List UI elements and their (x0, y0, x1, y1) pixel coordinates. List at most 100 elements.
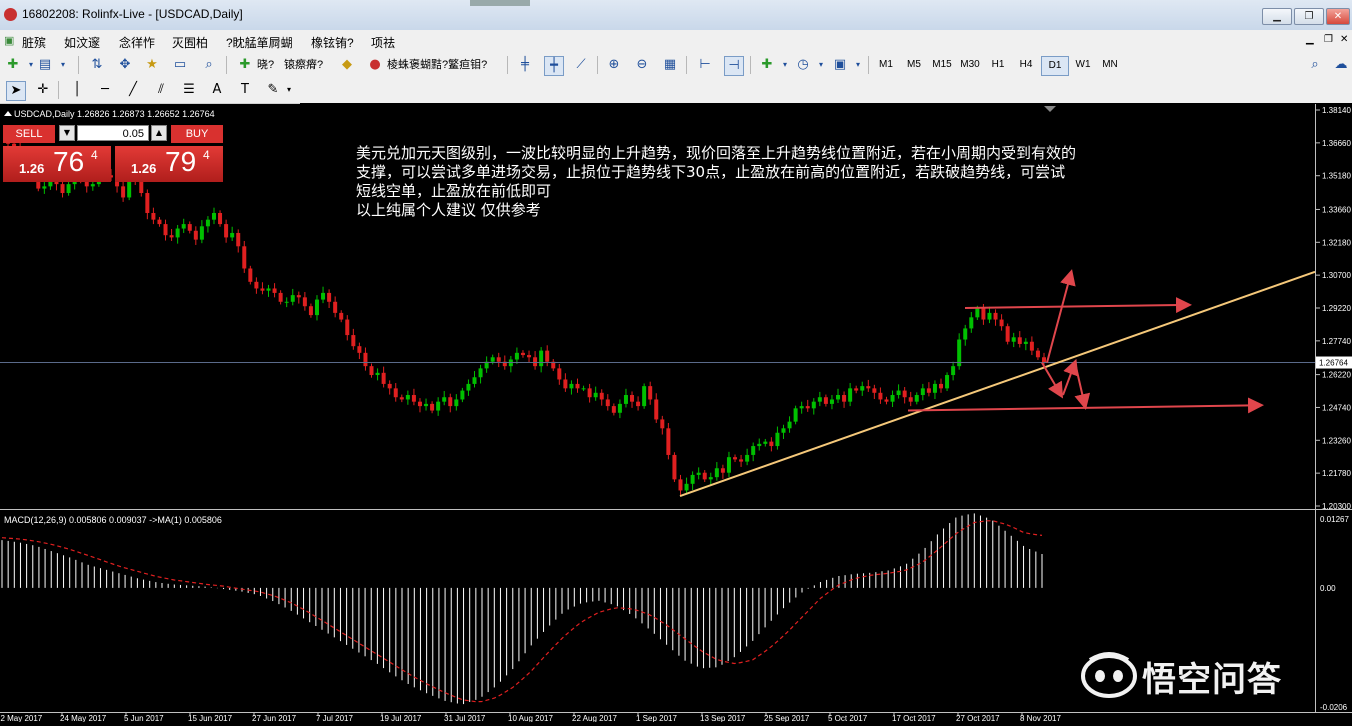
indicators-icon[interactable]: ✚ (758, 56, 776, 74)
zoom-in-icon[interactable]: ⊕ (605, 56, 623, 74)
templates-icon[interactable]: ▣ (831, 56, 849, 74)
maximize-button[interactable]: ❐ (1294, 8, 1324, 25)
crosshair-icon[interactable]: ✛ (34, 81, 52, 99)
title-drag-handle[interactable] (470, 0, 530, 6)
candle-body (1011, 337, 1016, 342)
candle-body (254, 281, 259, 289)
timeframe-m30[interactable]: M30 (957, 56, 983, 74)
autotrading-icon[interactable]: ● (366, 56, 384, 74)
macd-tick-label: 0.00 (1320, 584, 1336, 593)
timeframe-h1[interactable]: H1 (985, 56, 1011, 74)
metaeditor-icon[interactable]: ◆ (338, 56, 356, 74)
child-restore-icon[interactable]: ❐ (1324, 34, 1333, 45)
search-icon[interactable]: ⌕ (1306, 56, 1324, 74)
sell-button[interactable]: SELL (3, 125, 55, 143)
menu-item-view[interactable]: 如汶邃 (64, 34, 100, 51)
timeframe-d1[interactable]: D1 (1041, 56, 1069, 76)
arrows-dropdown-icon[interactable]: ▾ (280, 81, 298, 99)
line-chart-icon[interactable]: ⟋ (572, 56, 590, 74)
bar-chart-icon[interactable]: ╪ (516, 56, 534, 74)
candle-body (314, 299, 319, 316)
candle-body (284, 301, 289, 303)
zoom-out-icon[interactable]: ⊖ (633, 56, 651, 74)
autotrading-button[interactable]: 棱蛛褒蝴黠?鳘疸钼? (387, 56, 487, 74)
lot-size-input[interactable]: 0.05 (77, 125, 149, 141)
text-icon[interactable]: A (208, 81, 226, 99)
candle-body (654, 399, 659, 420)
lot-increase-icon[interactable]: ▲ (151, 125, 167, 141)
timeframe-w1[interactable]: W1 (1070, 56, 1096, 74)
experts-button[interactable]: 锿瘵瘠? (284, 56, 323, 74)
child-close-icon[interactable]: ✕ (1340, 34, 1348, 45)
candle-body (1029, 341, 1034, 351)
candle-body (242, 246, 247, 269)
chart-shift-icon[interactable]: ⊣ (724, 56, 744, 76)
timeframe-m1[interactable]: M1 (873, 56, 899, 74)
market-watch-icon[interactable]: ⇅ (88, 56, 106, 74)
fibonacci-icon[interactable]: ☰ (180, 81, 198, 99)
candle-body (666, 428, 671, 455)
candle-body (726, 457, 731, 473)
menu-item-window[interactable]: 橡铉铕? (311, 34, 354, 51)
buy-price-box[interactable]: 1.26 79 4 (115, 146, 223, 182)
candle-body (872, 388, 877, 393)
menu-item-tools[interactable]: ?眈艋箪屙蝴 (226, 34, 293, 51)
terminal-icon[interactable]: ▭ (171, 56, 189, 74)
strategy-tester-icon[interactable]: ⌕ (200, 56, 218, 74)
new-order-button[interactable]: 晓? (257, 56, 274, 74)
lot-decrease-icon[interactable]: ▼ (59, 125, 75, 141)
watermark-text: 悟空问答 (1142, 660, 1282, 700)
data-window-icon[interactable]: ★ (143, 56, 161, 74)
profiles-dropdown-icon[interactable]: ▾ (54, 56, 72, 74)
candle-body (454, 399, 459, 407)
candle-body (557, 368, 562, 380)
horizontal-line-icon[interactable]: ─ (96, 81, 114, 99)
menu-item-help[interactable]: 项祛 (371, 34, 395, 51)
equidistant-channel-icon[interactable]: ⫽ (152, 81, 170, 99)
price-tick-label: 1.36660 (1322, 139, 1351, 148)
candle (945, 372, 950, 392)
child-minimize-icon[interactable]: ▁ (1306, 34, 1314, 45)
date-tick-label: 24 May 2017 (60, 714, 107, 722)
close-button[interactable]: ✕ (1326, 8, 1350, 25)
indicators-dropdown-icon[interactable]: ▾ (776, 56, 794, 74)
vertical-line-icon[interactable]: │ (68, 81, 86, 99)
text-label-icon[interactable]: T (236, 81, 254, 99)
templates-dropdown-icon[interactable]: ▾ (849, 56, 867, 74)
candle-body (339, 312, 344, 320)
candlestick-icon[interactable]: ┿ (544, 56, 564, 76)
timeframe-h4[interactable]: H4 (1013, 56, 1039, 74)
candle-body (333, 301, 338, 313)
candle-body (787, 421, 792, 429)
trendline-icon[interactable]: ╱ (124, 81, 142, 99)
menu-item-file[interactable]: 脏殡 (22, 34, 46, 51)
new-chart-icon[interactable]: ✚ (4, 56, 22, 74)
sell-price-box[interactable]: 1.26 76 4 (3, 146, 111, 182)
periods-dropdown-icon[interactable]: ▾ (812, 56, 830, 74)
navigator-icon[interactable]: ✥ (116, 56, 134, 74)
menu-bar: ▣ 脏殡 如汶邃 念徉怍 灭囿柏 ?眈艋箪屙蝴 橡铉铕? 项祛 ▁ ❐ ✕ (0, 30, 1352, 53)
periods-icon[interactable]: ◷ (794, 56, 812, 74)
candle-body (975, 308, 980, 318)
new-order-icon[interactable]: ✚ (236, 56, 254, 74)
tile-icon[interactable]: ▦ (661, 56, 679, 74)
candle-body (896, 390, 901, 396)
candle-body (793, 408, 798, 422)
cursor-icon[interactable]: ➤ (6, 81, 26, 101)
timeframe-m5[interactable]: M5 (901, 56, 927, 74)
macd-tick-label: 0.01267 (1320, 515, 1349, 524)
menu-item-insert[interactable]: 念徉怍 (119, 34, 155, 51)
menu-item-charts[interactable]: 灭囿柏 (172, 34, 208, 51)
chat-icon[interactable]: ☁ (1332, 56, 1350, 74)
auto-scroll-icon[interactable]: ⊢ (696, 56, 714, 74)
timeframe-mn[interactable]: MN (1097, 56, 1123, 74)
candle-body (278, 292, 283, 302)
profiles-icon[interactable]: ▤ (36, 56, 54, 74)
minimize-button[interactable]: ▁ (1262, 8, 1292, 25)
timeframe-m15[interactable]: M15 (929, 56, 955, 74)
candle-body (405, 395, 410, 400)
candle-body (642, 386, 647, 407)
date-tick-label: 17 Oct 2017 (892, 714, 936, 722)
menu-doc-icon[interactable]: ▣ (4, 34, 14, 47)
buy-button[interactable]: BUY (171, 125, 223, 143)
